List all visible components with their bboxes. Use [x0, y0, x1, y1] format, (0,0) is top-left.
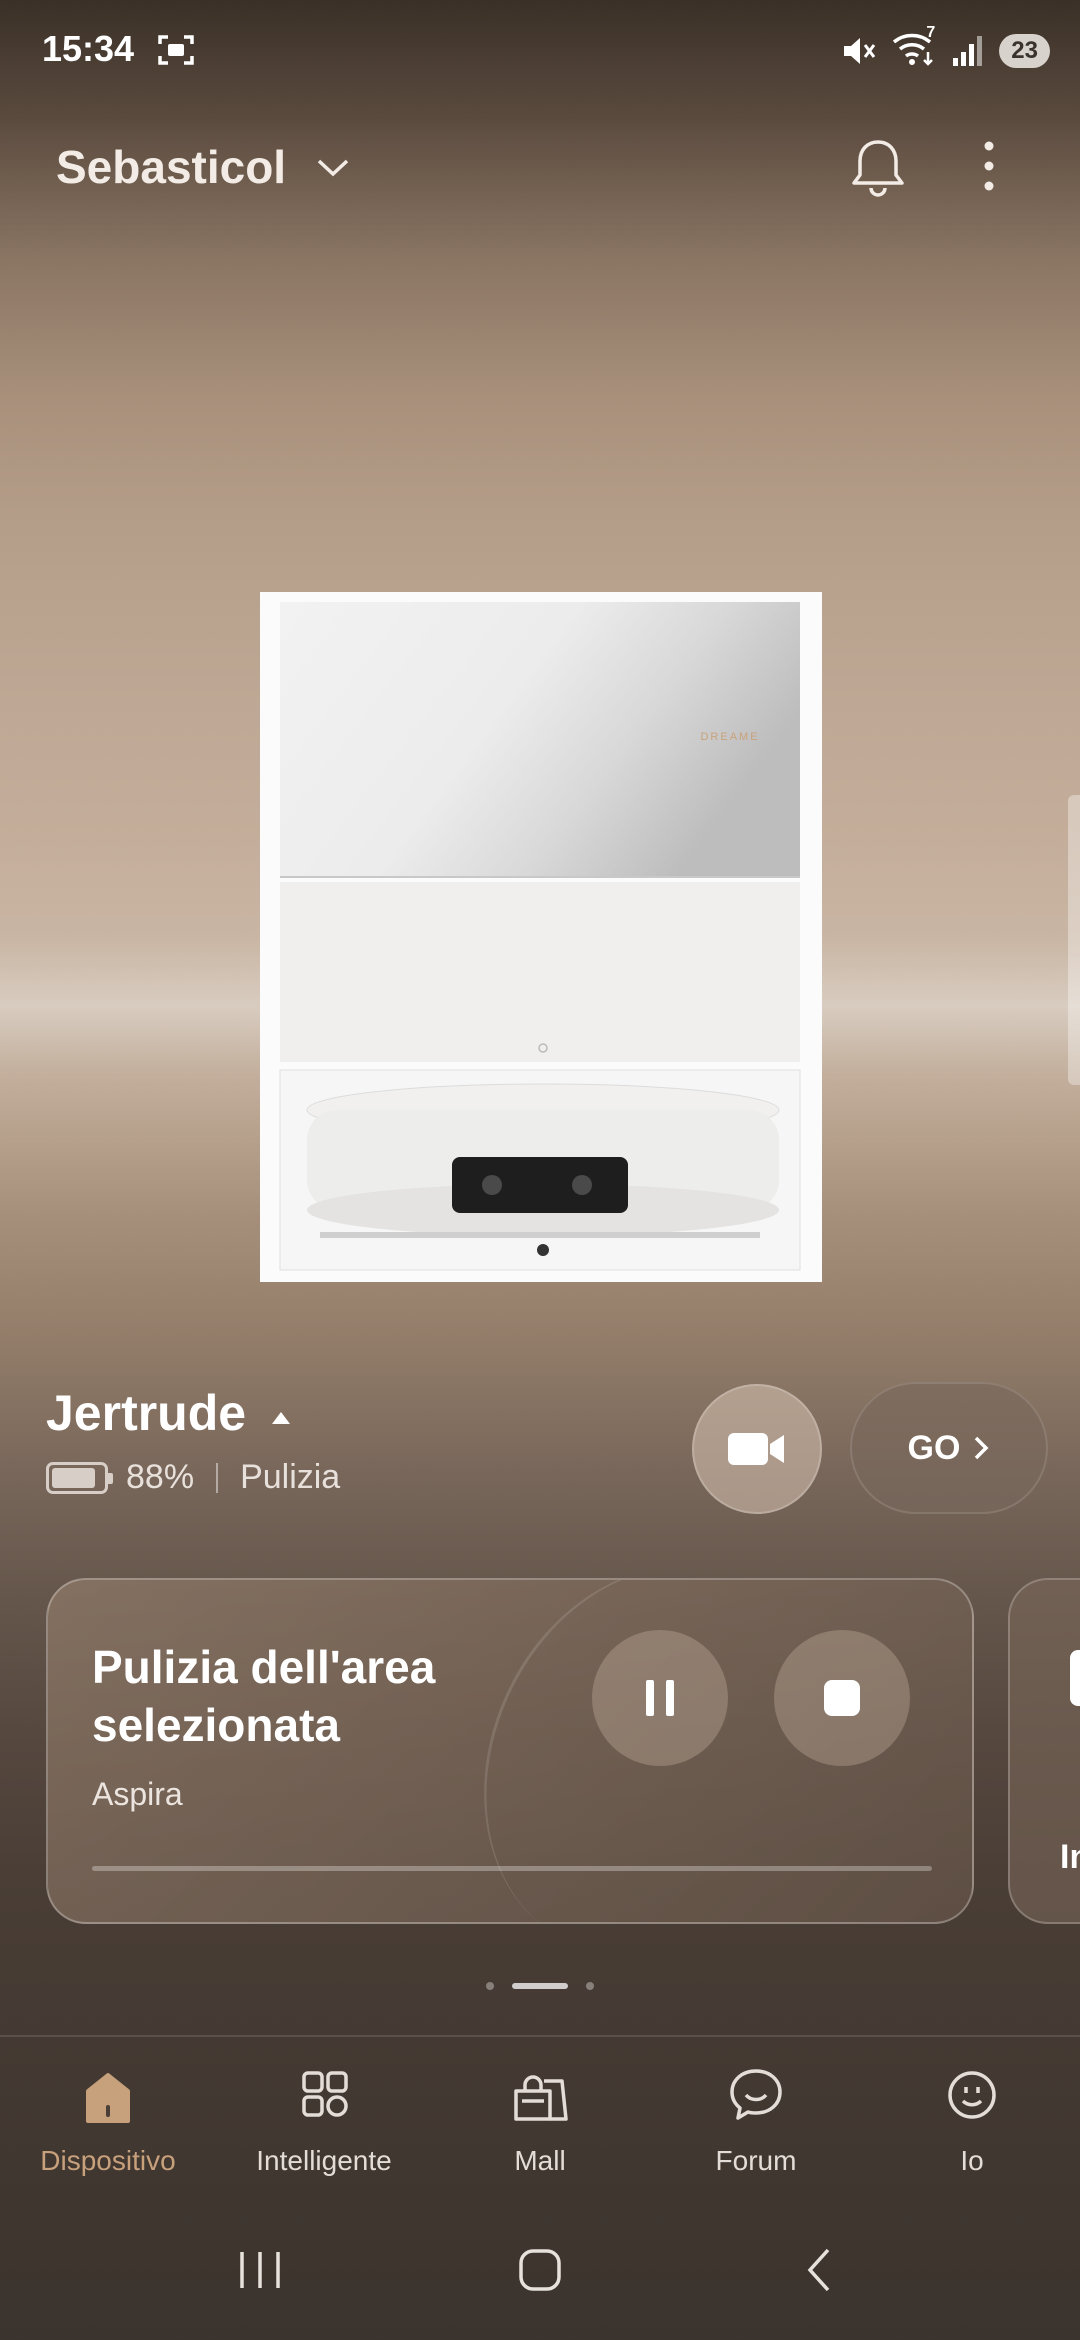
page-dot: [486, 1982, 494, 1990]
battery-indicator: 23: [999, 33, 1050, 68]
wifi-icon: 7: [891, 24, 937, 71]
device-name: Jertrude: [46, 1385, 247, 1441]
tab-io[interactable]: Io: [864, 2037, 1080, 2195]
tab-intelligente[interactable]: Intelligente: [216, 2037, 432, 2195]
pause-icon: [646, 1680, 674, 1716]
next-card-label: In: [1060, 1838, 1080, 1876]
task-progress-bar: [92, 1866, 932, 1871]
bottom-tab-bar: Dispositivo Intelligente Mall Forum Io: [0, 2035, 1080, 2195]
home-icon: [86, 2073, 130, 2123]
tab-dispositivo[interactable]: Dispositivo: [0, 2037, 216, 2195]
chevron-right-icon: [975, 1436, 989, 1460]
task-title: Pulizia dell'area selezionata: [92, 1641, 436, 1752]
more-options-icon[interactable]: [974, 136, 1004, 196]
battery-percent: 88%: [126, 1458, 195, 1496]
mute-icon: [844, 37, 876, 64]
signal-icon: [953, 35, 983, 66]
page-dot: [512, 1983, 568, 1989]
next-card-icon: [1070, 1650, 1080, 1706]
caret-up-icon: [272, 1412, 291, 1424]
tab-label: Forum: [715, 2145, 797, 2176]
go-label: GO: [907, 1428, 961, 1467]
tab-label: Dispositivo: [40, 2145, 176, 2176]
home-button-icon[interactable]: [510, 2240, 570, 2300]
wifi-badge: 7: [926, 24, 936, 41]
chevron-down-icon: [317, 159, 349, 177]
tab-label: Intelligente: [256, 2145, 392, 2176]
robot-vacuum-station-image[interactable]: DREAME: [260, 592, 822, 1282]
back-icon[interactable]: [790, 2240, 850, 2300]
divider: [216, 1462, 219, 1493]
cleaning-task-card[interactable]: Pulizia dell'area selezionata Aspira: [46, 1578, 974, 1924]
tab-label: Io: [960, 2145, 984, 2176]
brand-logo: DREAME: [700, 731, 759, 743]
forum-bubble-icon: [730, 2069, 782, 2120]
home-name: Sebasticol: [56, 141, 287, 193]
next-card-peek[interactable]: In: [1008, 1578, 1080, 1924]
device-name-selector[interactable]: Jertrude: [46, 1384, 291, 1442]
page-indicator: [0, 1982, 1080, 1990]
pause-button[interactable]: [592, 1630, 728, 1766]
profile-smile-icon: [948, 2071, 996, 2119]
grid-icon: [302, 2071, 348, 2117]
battery-level-fill: [52, 1467, 96, 1488]
video-camera-icon: [728, 1433, 784, 1465]
task-subtitle: Aspira: [92, 1776, 183, 1812]
system-navigation-bar: [0, 2220, 1080, 2320]
device-status: 88% Pulizia: [46, 1458, 340, 1497]
tab-mall[interactable]: Mall: [432, 2037, 648, 2195]
stop-icon: [824, 1680, 860, 1716]
shopping-bag-icon: [514, 2075, 568, 2121]
battery-icon: [46, 1461, 113, 1494]
side-handle[interactable]: [1068, 795, 1080, 1085]
bell-icon[interactable]: [848, 136, 908, 200]
stop-button[interactable]: [774, 1630, 910, 1766]
status-icons: 7 23: [841, 24, 1050, 71]
recent-apps-icon[interactable]: [230, 2240, 290, 2300]
tab-forum[interactable]: Forum: [648, 2037, 864, 2195]
screen-record-icon: [158, 35, 194, 65]
device-mode: Pulizia: [240, 1458, 341, 1496]
camera-button[interactable]: [692, 1384, 822, 1514]
go-button[interactable]: GO: [850, 1382, 1048, 1514]
home-selector[interactable]: Sebasticol: [56, 140, 350, 194]
tab-label: Mall: [514, 2145, 566, 2176]
page-dot: [586, 1982, 594, 1990]
status-time: 15:34: [42, 28, 135, 69]
